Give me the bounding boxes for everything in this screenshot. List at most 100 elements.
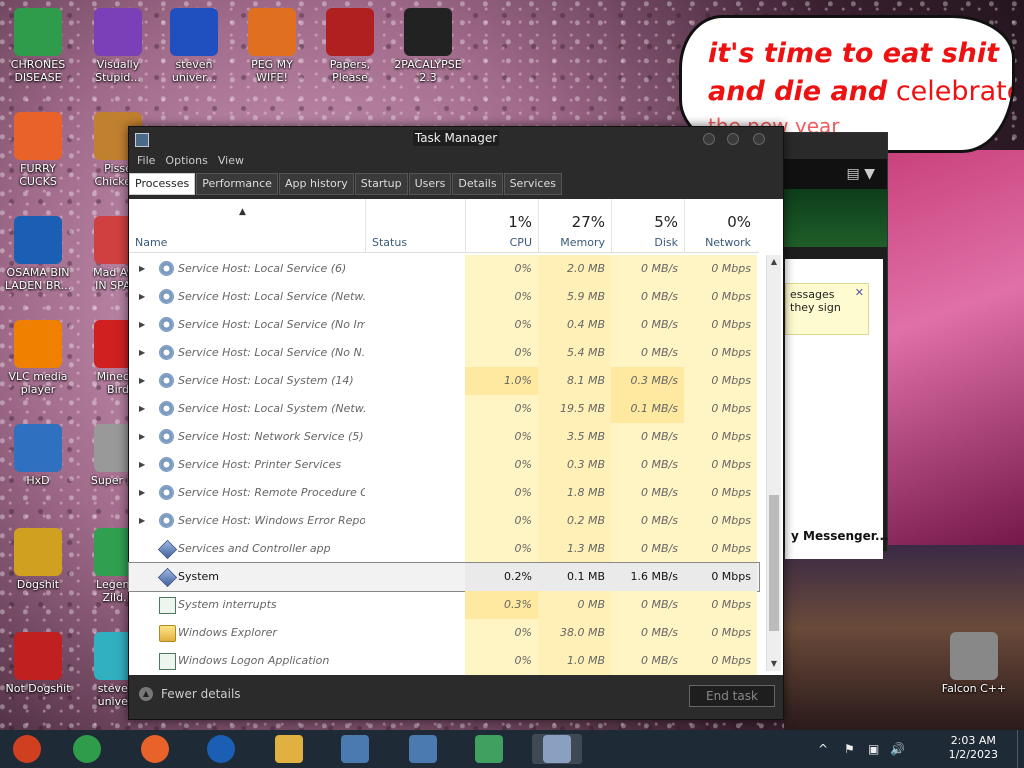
scroll-down-icon[interactable]: ▼: [767, 657, 781, 671]
table-row[interactable]: ▶ Service Host: Local Service (No N... 0% 5…: [129, 339, 759, 367]
tray-volume-icon[interactable]: 🔊: [890, 742, 905, 756]
task-manager-titlebar[interactable]: Task Manager: [129, 127, 783, 151]
window-title: Task Manager: [412, 130, 500, 146]
disk-total: 5%: [654, 213, 678, 231]
process-status: [365, 479, 465, 507]
desktop-icon[interactable]: VLC media player: [0, 320, 76, 396]
tab-startup[interactable]: Startup: [354, 173, 408, 195]
menu-view[interactable]: View: [214, 151, 248, 171]
system-tray: ^ ⚑ ▣ 🔊 2:03 AM 1/2/2023: [814, 730, 1024, 768]
messenger-titlebar[interactable]: [781, 133, 887, 159]
table-row[interactable]: Windows Logon Application 0% 1.0 MB 0 MB/s 0…: [129, 647, 759, 675]
messenger-menu-icon[interactable]: ▤: [847, 166, 865, 182]
messenger-toolbar[interactable]: ▤ ▼: [781, 159, 887, 189]
desktop-icon[interactable]: OSAMA BIN LADEN BR...: [0, 216, 76, 292]
task-manager-window[interactable]: Task Manager File Options View Processes…: [128, 126, 784, 720]
desktop-icon[interactable]: CHRONES DISEASE: [0, 8, 76, 84]
taskbar-item[interactable]: [330, 734, 380, 764]
desktop-icon-label: Dogshit: [16, 578, 60, 591]
process-memory: 5.9 MB: [538, 283, 611, 311]
maximize-button[interactable]: [727, 133, 739, 145]
close-icon[interactable]: ✕: [855, 286, 864, 299]
tab-app-history[interactable]: App history: [278, 173, 354, 195]
process-name: Service Host: Network Service (5): [178, 430, 364, 443]
table-row[interactable]: Services and Controller app 0% 1.3 MB 0 MB/…: [129, 535, 759, 563]
taskbar-item[interactable]: [464, 734, 514, 764]
process-disk: 0.3 MB/s: [611, 367, 684, 395]
taskbar-item[interactable]: [62, 734, 112, 764]
process-name: System interrupts: [178, 598, 277, 611]
table-row[interactable]: ▶ Service Host: Printer Services 0% 0.3 MB 0…: [129, 451, 759, 479]
fewer-details-button[interactable]: ▲ Fewer details: [139, 687, 241, 701]
column-name[interactable]: Name: [129, 199, 365, 252]
desktop-icon[interactable]: 2PACALYPSE 2.3: [390, 8, 466, 84]
taskbar-item[interactable]: [130, 734, 180, 764]
desktop-icon[interactable]: Papers, Please: [312, 8, 388, 84]
process-network: 0 Mbps: [684, 311, 757, 339]
column-disk[interactable]: 5% Disk: [611, 199, 684, 252]
memory-total: 27%: [571, 213, 605, 231]
messenger-window[interactable]: ▤ ▼ essages they sign ✕ y Messenger...: [780, 132, 889, 559]
taskbar-clock[interactable]: 2:03 AM 1/2/2023: [949, 734, 998, 762]
scroll-up-icon[interactable]: ▲: [767, 255, 781, 269]
taskbar-item[interactable]: [196, 734, 246, 764]
column-status[interactable]: Status: [365, 199, 465, 252]
process-cpu: 0%: [465, 283, 538, 311]
desktop-icon[interactable]: Dogshit: [0, 528, 76, 591]
close-button[interactable]: [753, 133, 765, 145]
table-row[interactable]: Windows Explorer 0% 38.0 MB 0 MB/s 0 Mbps: [129, 619, 759, 647]
taskbar: ^ ⚑ ▣ 🔊 2:03 AM 1/2/2023: [0, 730, 1024, 768]
column-network[interactable]: 0% Network: [684, 199, 757, 252]
minimize-button[interactable]: [703, 133, 715, 145]
process-status: [365, 311, 465, 339]
tray-flag-icon[interactable]: ⚑: [844, 742, 855, 756]
tray-chevron-icon[interactable]: ^: [818, 742, 828, 756]
desktop-icon[interactable]: FURRY CUCKS: [0, 112, 76, 188]
tab-services[interactable]: Services: [503, 173, 562, 195]
taskbar-item[interactable]: [532, 734, 582, 764]
end-task-button[interactable]: End task: [689, 685, 775, 707]
column-memory[interactable]: 27% Memory: [538, 199, 611, 252]
network-total: 0%: [727, 213, 751, 231]
obama-logo-icon: [14, 216, 62, 264]
desktop-icon[interactable]: PEG MY WIFE!: [234, 8, 310, 84]
show-desktop-button[interactable]: [1017, 730, 1024, 768]
taskbar-item[interactable]: [264, 734, 314, 764]
desktop-icon[interactable]: Not Dogshit: [0, 632, 76, 695]
column-memory-label: Memory: [560, 236, 605, 249]
table-row[interactable]: ▶ Service Host: Network Service (5) 0% 3.5 …: [129, 423, 759, 451]
table-row[interactable]: System interrupts 0.3% 0 MB 0 MB/s 0 Mbps: [129, 591, 759, 619]
table-row[interactable]: ▶ Service Host: Local System (14) 1.0% 8.1 …: [129, 367, 759, 395]
column-name-label: Name: [135, 236, 168, 249]
table-row[interactable]: ▶ Service Host: Remote Procedure C... 0% 1.…: [129, 479, 759, 507]
tab-performance[interactable]: Performance: [196, 173, 278, 195]
taskbar-item[interactable]: [398, 734, 448, 764]
table-row[interactable]: ▶ Service Host: Local Service (6) 0% 2.0 MB…: [129, 255, 759, 283]
table-row[interactable]: ▶ Service Host: Local System (Netw... 0% 19…: [129, 395, 759, 423]
column-cpu[interactable]: 1% CPU: [465, 199, 538, 252]
desktop-icon[interactable]: steven univer...: [156, 8, 232, 84]
desktop-icon-label: PEG MY WIFE!: [251, 58, 293, 84]
tray-network-icon[interactable]: ▣: [868, 742, 879, 756]
menu-options[interactable]: Options: [161, 151, 211, 171]
tab-details[interactable]: Details: [452, 173, 503, 195]
desktop-icon[interactable]: Visually Stupid...: [80, 8, 156, 84]
menu-file[interactable]: File: [133, 151, 159, 171]
table-row[interactable]: ▶ Service Host: Windows Error Repo... 0% 0.…: [129, 507, 759, 535]
installer-icon: [341, 735, 369, 763]
table-row[interactable]: ▶ Service Host: Local Service (Netw... 0% 5…: [129, 283, 759, 311]
scrollbar-thumb[interactable]: [769, 495, 779, 631]
chevron-down-icon[interactable]: ▼: [864, 166, 875, 182]
desktop-icon-label: Not Dogshit: [5, 682, 71, 695]
table-row[interactable]: System 0.2% 0.1 MB 1.6 MB/s 0 Mbps: [128, 562, 760, 592]
process-disk: 0 MB/s: [611, 423, 684, 451]
tab-processes[interactable]: Processes: [129, 173, 196, 195]
desktop-icon-label: steven univer...: [171, 58, 217, 84]
taskbar-item[interactable]: [2, 734, 52, 764]
table-row[interactable]: ▶ Service Host: Local Service (No Im... 0%…: [129, 311, 759, 339]
desktop-icon[interactable]: HxD: [0, 424, 76, 487]
desktop-icon[interactable]: Falcon C++: [936, 632, 1012, 695]
tab-users[interactable]: Users: [408, 173, 452, 195]
vertical-scrollbar[interactable]: ▲ ▼: [766, 255, 781, 671]
process-network: 0 Mbps: [684, 283, 757, 311]
